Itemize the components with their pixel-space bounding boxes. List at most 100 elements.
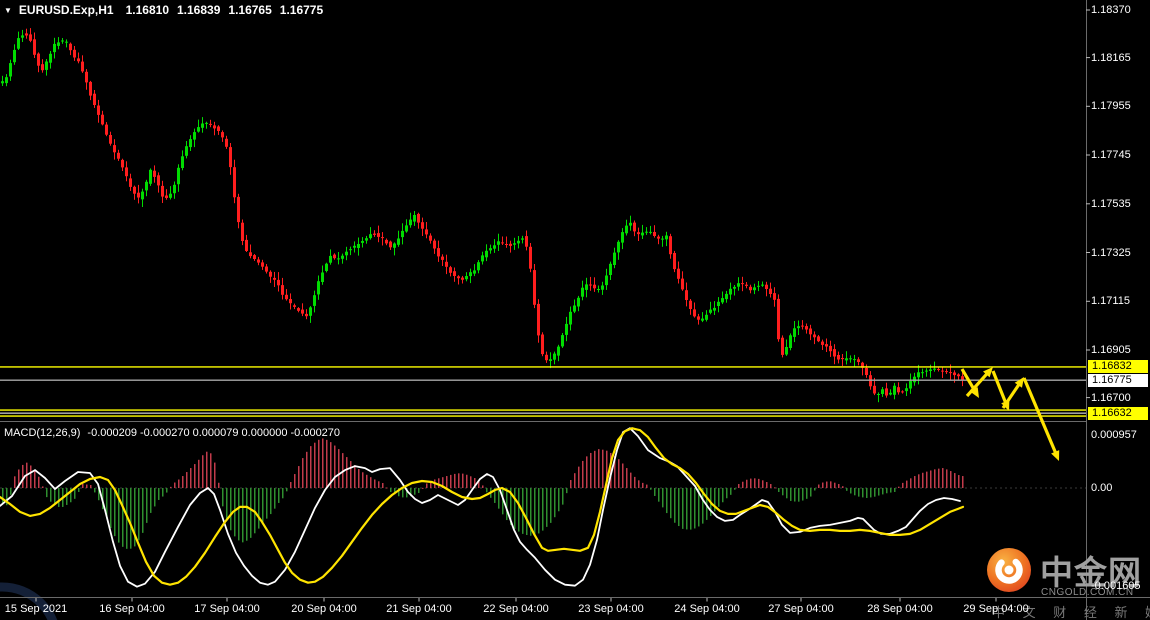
macd-hist-bar xyxy=(534,488,536,536)
macd-hist-bar xyxy=(938,468,940,488)
candle-body xyxy=(813,334,816,338)
macd-hist-bar xyxy=(246,488,248,541)
macd-hist-bar xyxy=(758,478,760,488)
macd-hist-bar xyxy=(562,488,564,505)
candle-body xyxy=(933,368,936,370)
macd-hist-bar xyxy=(746,479,748,488)
macd-hist-bar xyxy=(158,488,160,500)
candle-body xyxy=(561,335,564,347)
candle-body xyxy=(633,222,636,232)
candle-body xyxy=(429,235,432,241)
macd-hist-bar xyxy=(82,484,84,488)
candle-body xyxy=(941,370,944,372)
candle-wick xyxy=(594,277,595,292)
candle-body xyxy=(101,114,104,125)
macd-hist-bar xyxy=(930,470,932,488)
macd-hist-bar xyxy=(338,449,340,488)
candle-body xyxy=(181,156,184,168)
candle-body xyxy=(1,81,4,84)
macd-hist-bar xyxy=(378,481,380,488)
candle-body xyxy=(349,249,352,251)
candle-body xyxy=(273,277,276,280)
candles-layer[interactable] xyxy=(1,28,964,403)
candle-body xyxy=(177,167,180,185)
macd-hist-bar xyxy=(358,469,360,488)
candle-wick xyxy=(206,121,207,129)
macd-hist-bar xyxy=(586,456,588,488)
candle-body xyxy=(961,376,964,380)
macd-hist-bar xyxy=(462,473,464,488)
candle-body xyxy=(253,255,256,259)
candle-body xyxy=(925,370,928,372)
chart-canvas[interactable] xyxy=(0,0,1150,620)
candle-body xyxy=(437,248,440,257)
macd-hist-bar xyxy=(862,488,864,498)
candle-body xyxy=(117,152,120,159)
macd-hist-bar xyxy=(146,488,148,523)
candle-body xyxy=(845,358,848,361)
candle-body xyxy=(329,255,332,263)
arrow-shaft[interactable] xyxy=(1022,377,1059,458)
macd-hist-bar xyxy=(778,488,780,492)
macd-hist-bar xyxy=(638,480,640,488)
candle-body xyxy=(885,388,888,396)
candle-wick xyxy=(166,189,167,200)
macd-hist-bar xyxy=(14,476,16,488)
candle-body xyxy=(789,335,792,348)
macd-hist-bar xyxy=(542,488,544,531)
macd-hist-bar xyxy=(290,482,292,488)
symbol-dropdown-icon[interactable]: ▼ xyxy=(4,6,12,15)
macd-hist-bar xyxy=(470,476,472,488)
candle-wick xyxy=(214,121,215,136)
candle-body xyxy=(269,271,272,277)
candle-body xyxy=(405,225,408,232)
macd-indicator-label: MACD(12,26,9) -0.000209 -0.000270 0.0000… xyxy=(4,427,340,439)
macd-hist-bar xyxy=(198,459,200,488)
candle-body xyxy=(41,64,44,71)
macd-hist-bar xyxy=(782,488,784,496)
horizontal-level-lines[interactable] xyxy=(0,366,1086,417)
macd-hist-bar xyxy=(674,488,676,523)
quote-close: 1.16775 xyxy=(279,3,324,17)
candle-body xyxy=(717,301,720,306)
candle-body xyxy=(829,345,832,352)
candle-body xyxy=(477,262,480,271)
candle-body xyxy=(409,219,412,226)
candle-wick xyxy=(474,264,475,277)
candle-body xyxy=(685,290,688,300)
macd-hist-bar xyxy=(958,475,960,488)
macd-hist-bar xyxy=(942,468,944,488)
candle-body xyxy=(833,349,836,357)
candle-body xyxy=(649,231,652,233)
macd-hist-bar xyxy=(110,488,112,529)
quote-low: 1.16765 xyxy=(228,3,272,17)
candle-body xyxy=(457,276,460,279)
candle-body xyxy=(665,235,668,240)
candle-wick xyxy=(374,230,375,237)
macd-hist-bar xyxy=(866,488,868,498)
candle-body xyxy=(761,284,764,286)
candle-body xyxy=(313,295,316,306)
candle-body xyxy=(293,305,296,307)
candle-wick xyxy=(766,281,767,297)
candle-body xyxy=(193,132,196,140)
candle-body xyxy=(677,268,680,279)
macd-hist-bar xyxy=(426,483,428,488)
candle-body xyxy=(501,242,504,244)
macd-hist-bar xyxy=(34,470,36,488)
candle-body xyxy=(137,192,140,198)
candle-body xyxy=(381,237,384,239)
candle-wick xyxy=(846,351,847,365)
candle-body xyxy=(785,347,788,355)
macd-hist-bar xyxy=(570,480,572,488)
candle-body xyxy=(637,232,640,235)
macd-panel[interactable] xyxy=(0,427,1086,588)
candle-body xyxy=(745,284,748,286)
macd-hist-bar xyxy=(466,474,468,488)
candle-body xyxy=(673,253,676,270)
arrow-shaft[interactable] xyxy=(991,370,1009,407)
quote-header: ▼ EURUSD.Exp,H1 1.16810 1.16839 1.16765 … xyxy=(4,3,331,17)
candle-body xyxy=(721,298,724,303)
trend-arrows[interactable] xyxy=(960,367,1060,461)
macd-hist-bar xyxy=(514,488,516,529)
